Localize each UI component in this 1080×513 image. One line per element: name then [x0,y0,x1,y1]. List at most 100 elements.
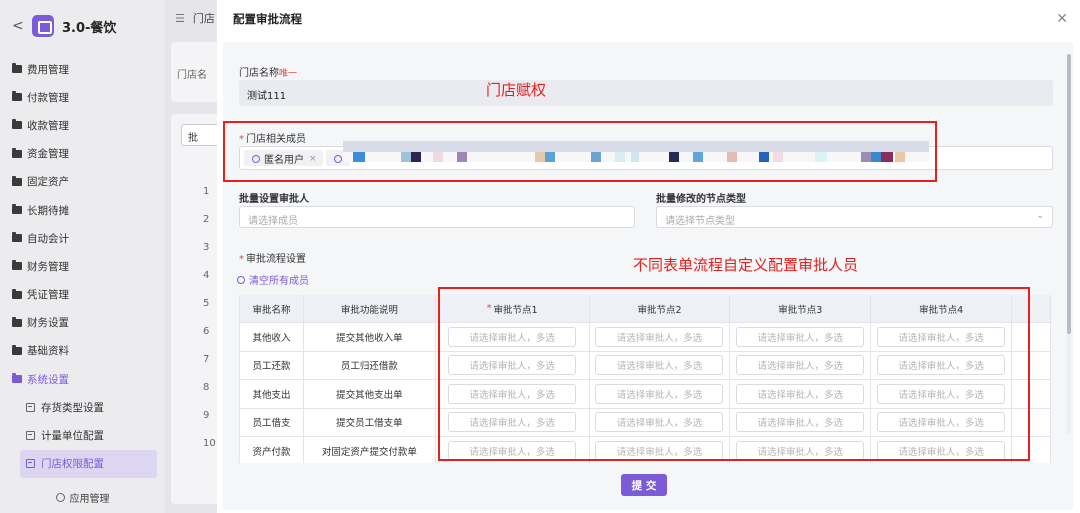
sidebar-item-label: 凭证管理 [27,289,69,302]
sidebar-item-label: 资金管理 [27,148,69,161]
sidebar-item-label: 财务设置 [27,317,69,330]
sidebar-item-label: 长期待摊 [27,204,69,217]
sidebar-item-payment[interactable]: 付款管理 [0,83,165,111]
clear-all-members-button[interactable]: 清空所有成员 [237,272,309,287]
required-mark: * [239,254,244,265]
folder-icon [12,147,22,158]
gear-icon [55,492,65,502]
sidebar-item-label: 自动会计 [27,232,69,245]
approval-name: 其他收入 [240,323,304,351]
sidebar-item-label: 基础资料 [27,345,69,358]
sidebar-subitem-store-permission[interactable]: 门店权限配置 [20,449,157,478]
approval-name: 员工还款 [240,351,304,379]
close-icon[interactable]: ✕ [1056,11,1068,27]
sidebar-item-label: 系统设置 [27,373,69,386]
sidebar-item-finance-settings[interactable]: 财务设置 [0,309,165,337]
store-name-label-text: 门店名称 [239,68,279,79]
column-header: 审批名称 [240,295,304,322]
annotation-box-members [223,121,937,182]
column-header: 审批功能说明 [303,295,436,322]
sidebar-header: < 3.0-餐饮 [0,0,165,52]
sidebar-subitem-label: 门店权限配置 [41,458,104,471]
document-icon [26,402,35,412]
folder-icon [12,204,22,215]
sidebar-item-label: 付款管理 [27,91,69,104]
unique-tag: 唯一 [279,69,298,79]
background-store-name-label: 门店名 [177,70,207,81]
folder-icon [12,119,22,130]
approval-description: 提交其他支出单 [303,380,436,408]
background-page: ☰ 门店 门店名 批 1 2 3 4 5 6 7 8 9 10 [165,0,231,513]
app-logo-icon [32,15,54,37]
sidebar-subitem-inventory-type[interactable]: 存货类型设置 [0,393,165,421]
sidebar-item-expense[interactable]: 费用管理 [0,55,165,83]
clear-all-members-label: 清空所有成员 [249,276,309,287]
flow-settings-label: * 审批流程设置 [239,250,306,265]
app-management-link[interactable]: 应用管理 [0,484,165,510]
folder-icon [12,288,22,299]
sidebar-menu: 费用管理 付款管理 收款管理 资金管理 固定资产 长期待摊 自动会计 财务管理 … [0,52,165,478]
background-header-title: 门店 [192,12,215,25]
annotation-custom-approver: 不同表单流程自定义配置审批人员 [633,256,859,274]
sidebar-item-auto-accounting[interactable]: 自动会计 [0,224,165,252]
user-icon [237,275,245,284]
flow-settings-label-text: 审批流程设置 [246,254,306,265]
background-batch-label: 批 [188,133,198,144]
approval-name: 资产付款 [240,437,304,463]
sidebar-item-fixed-assets[interactable]: 固定资产 [0,168,165,196]
folder-icon [12,316,22,327]
submit-button[interactable]: 提 交 [621,474,667,496]
approval-description: 员工归还借款 [303,351,436,379]
sidebar: < 3.0-餐饮 费用管理 付款管理 收款管理 资金管理 固定资产 长期待摊 自… [0,0,165,513]
scrollbar-thumb[interactable] [1067,54,1071,334]
document-icon [26,431,35,441]
sidebar-item-amortization[interactable]: 长期待摊 [0,196,165,224]
folder-icon [12,91,22,102]
store-name-value: 测试111 [247,91,287,102]
approval-description: 提交其他收入单 [303,323,436,351]
approval-name: 其他支出 [240,380,304,408]
sidebar-item-label: 固定资产 [27,176,69,189]
background-header: ☰ 门店 [165,0,225,36]
menu-fold-icon[interactable]: ☰ [175,12,185,25]
background-batch-button[interactable]: 批 [181,124,221,146]
store-name-field: 测试111 [239,80,1053,106]
sidebar-item-system-settings[interactable]: 系统设置 [0,365,165,393]
folder-icon [12,260,22,271]
node-type-label: 批量修改的节点类型 [656,194,746,205]
document-icon [26,459,35,469]
folder-icon [12,175,22,186]
annotation-box-nodes [438,287,1030,461]
sidebar-subitem-label: 存货类型设置 [41,401,104,414]
sidebar-item-funds[interactable]: 资金管理 [0,140,165,168]
sidebar-item-label: 费用管理 [27,63,69,76]
sidebar-item-finance[interactable]: 财务管理 [0,252,165,280]
sidebar-subitem-unit-config[interactable]: 计量单位配置 [0,421,165,449]
folder-icon [12,63,22,74]
folder-icon [12,344,22,355]
approval-description: 提交员工借支单 [303,408,436,436]
batch-approver-label: 批量设置审批人 [239,194,309,205]
annotation-store-grant: 门店赋权 [486,81,547,99]
modal-title: 配置审批流程 [233,12,302,26]
sidebar-item-receipt[interactable]: 收款管理 [0,111,165,139]
folder-icon [12,232,22,243]
batch-approver-select[interactable]: 请选择成员 [239,206,635,228]
approval-name: 员工借支 [240,408,304,436]
modal-header: 配置审批流程 [217,0,1080,38]
node-type-select[interactable]: 请选择节点类型 ⌄ [656,206,1053,228]
chevron-down-icon: ⌄ [1036,211,1044,221]
sidebar-item-label: 财务管理 [27,260,69,273]
sidebar-subitem-label: 计量单位配置 [41,430,104,443]
sidebar-item-voucher[interactable]: 凭证管理 [0,281,165,309]
back-arrow-icon[interactable]: < [12,18,26,34]
sidebar-item-basic-data[interactable]: 基础资料 [0,337,165,365]
app-title: 3.0-餐饮 [62,20,117,36]
node-type-placeholder: 请选择节点类型 [665,216,735,227]
approval-description: 对固定资产提交付款单 [303,437,436,463]
store-name-label: 门店名称唯一 [239,64,297,79]
batch-approver-placeholder: 请选择成员 [248,216,298,227]
folder-open-icon [12,373,22,384]
sidebar-item-label: 收款管理 [27,119,69,132]
app-management-label: 应用管理 [69,493,110,505]
